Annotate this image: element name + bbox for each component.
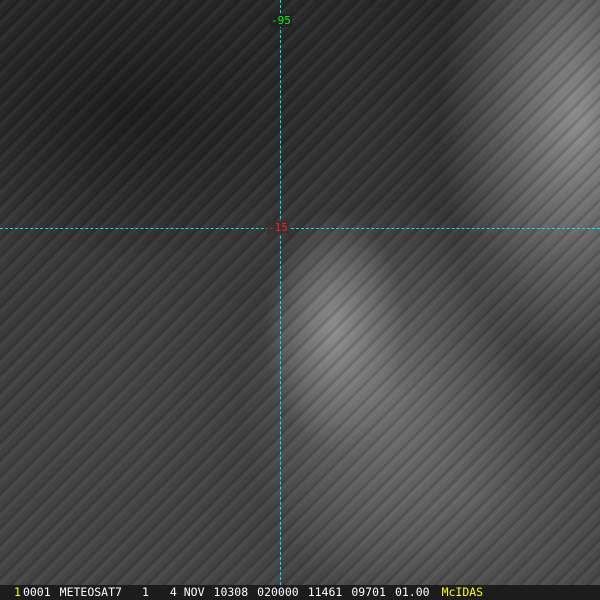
satellite-image-frame: -95 -15 1 0001 METEOSAT7 1 4 NOV 10308 020000 1… bbox=[0, 0, 600, 600]
center-line: 11461 bbox=[307, 585, 343, 599]
julian-day: 10308 bbox=[213, 585, 249, 599]
frame-number: 1 bbox=[14, 585, 21, 599]
grid-label-center: -15 bbox=[267, 221, 289, 234]
status-bar: 1 0001 METEOSAT7 1 4 NOV 10308 020000 11461 0970… bbox=[0, 585, 600, 600]
date: 4 NOV bbox=[169, 585, 205, 599]
grid-label-top: -95 bbox=[270, 14, 292, 27]
cloud-texture bbox=[0, 0, 600, 585]
time: 020000 bbox=[257, 585, 299, 599]
grid-line-horizontal bbox=[0, 228, 600, 229]
resolution: 01.00 bbox=[394, 585, 430, 599]
satellite-name: METEOSAT7 bbox=[59, 585, 122, 599]
mcidas-brand: McIDAS bbox=[441, 585, 484, 599]
grid-line-vertical bbox=[280, 0, 281, 585]
band: 1 bbox=[141, 585, 149, 599]
center-element: 09701 bbox=[351, 585, 386, 599]
area-number: 0001 bbox=[22, 585, 51, 599]
